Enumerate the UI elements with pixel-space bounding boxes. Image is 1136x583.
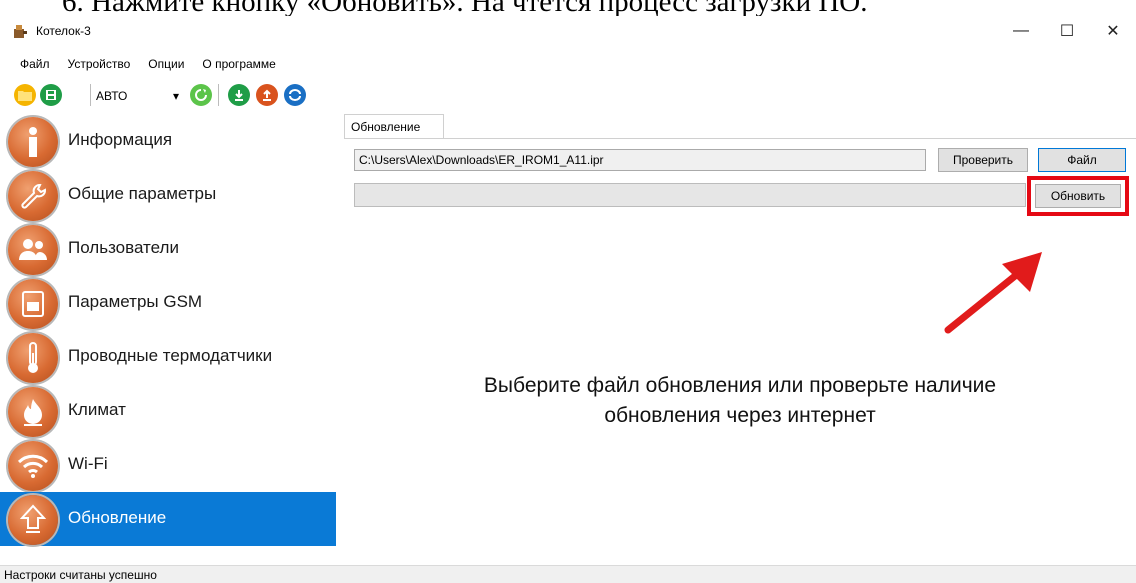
- file-button[interactable]: Файл: [1038, 148, 1126, 172]
- upload-icon[interactable]: [256, 84, 278, 106]
- update-hint-line: Выберите файл обновления или проверьте н…: [483, 374, 997, 397]
- sidebar-item-wifi[interactable]: Wi-Fi: [0, 438, 336, 492]
- window-title: Котелок-3: [36, 24, 91, 38]
- check-button[interactable]: Проверить: [938, 148, 1028, 172]
- wrench-icon: [8, 171, 58, 221]
- sidebar-item-label: Проводные термодатчики: [68, 346, 273, 365]
- sidebar: Информация Общие параметры Пользователи …: [0, 114, 336, 546]
- users-icon: [8, 225, 58, 275]
- title-bar: Котелок-3 — ☐ ✕: [0, 16, 1136, 46]
- app-window: Котелок-3 — ☐ ✕ Файл Устройство Опции О …: [0, 16, 1136, 583]
- toolbar: АВТО ▾: [0, 82, 360, 110]
- sidebar-item-label: Обновление: [68, 508, 167, 527]
- update-progress-bar: [354, 183, 1026, 207]
- sidebar-item-update[interactable]: Обновление: [0, 492, 336, 546]
- sidebar-item-gsm[interactable]: Параметры GSM: [0, 276, 336, 330]
- tab-update[interactable]: Обновление: [344, 114, 444, 138]
- menu-about[interactable]: О программе: [193, 54, 284, 74]
- sim-card-icon: [8, 279, 58, 329]
- sidebar-item-general[interactable]: Общие параметры: [0, 168, 336, 222]
- menu-options[interactable]: Опции: [139, 54, 193, 74]
- update-hint-line: обновления через интернет: [604, 404, 876, 427]
- sidebar-item-sensors[interactable]: Проводные термодатчики: [0, 330, 336, 384]
- sidebar-item-label: Информация: [68, 130, 173, 149]
- annotation-arrow-icon: [944, 252, 1042, 334]
- status-text: Настроки считаны успешно: [4, 568, 157, 582]
- document-instruction-text: 6. Нажмите кнопку «Обновить». На чтется …: [62, 0, 868, 16]
- sidebar-item-label: Пользователи: [68, 238, 179, 257]
- sync-icon[interactable]: [284, 84, 306, 106]
- menu-file[interactable]: Файл: [0, 54, 59, 74]
- app-logo-icon: [12, 23, 28, 39]
- sidebar-item-label: Wi-Fi: [68, 454, 108, 473]
- minimize-button[interactable]: —: [998, 16, 1044, 46]
- menu-bar: Файл Устройство Опции О программе: [0, 54, 285, 74]
- sidebar-item-label: Климат: [68, 400, 126, 419]
- wifi-icon: [8, 441, 58, 491]
- update-panel: C:\Users\Alex\Downloads\ER_IROM1_A11.ipr…: [344, 138, 1136, 542]
- mode-select[interactable]: АВТО ▾: [96, 86, 186, 106]
- close-button[interactable]: ✕: [1090, 16, 1136, 46]
- sidebar-item-climate[interactable]: Климат: [0, 384, 336, 438]
- toolbar-separator: [218, 84, 219, 106]
- mode-select-value: АВТО: [96, 89, 128, 103]
- file-path-field[interactable]: C:\Users\Alex\Downloads\ER_IROM1_A11.ipr: [354, 149, 926, 171]
- toolbar-separator: [90, 84, 91, 106]
- status-bar: Настроки считаны успешно: [0, 565, 1136, 583]
- maximize-button[interactable]: ☐: [1044, 16, 1090, 46]
- update-hint-message: Выберите файл обновления или проверьте н…: [344, 371, 1136, 431]
- sidebar-item-label: Общие параметры: [68, 184, 217, 203]
- sidebar-item-label: Параметры GSM: [68, 292, 203, 311]
- chevron-down-icon: ▾: [173, 89, 180, 103]
- arrow-up-icon: [8, 495, 58, 545]
- flame-icon: [8, 387, 58, 437]
- menu-device[interactable]: Устройство: [59, 54, 140, 74]
- refresh-icon[interactable]: [190, 84, 212, 106]
- folder-icon[interactable]: [14, 84, 36, 106]
- download-icon[interactable]: [228, 84, 250, 106]
- info-icon: [8, 117, 58, 167]
- annotation-highlight-box: [1027, 176, 1129, 216]
- save-icon[interactable]: [40, 84, 62, 106]
- sidebar-item-users[interactable]: Пользователи: [0, 222, 336, 276]
- thermometer-icon: [8, 333, 58, 383]
- sidebar-item-info[interactable]: Информация: [0, 114, 336, 168]
